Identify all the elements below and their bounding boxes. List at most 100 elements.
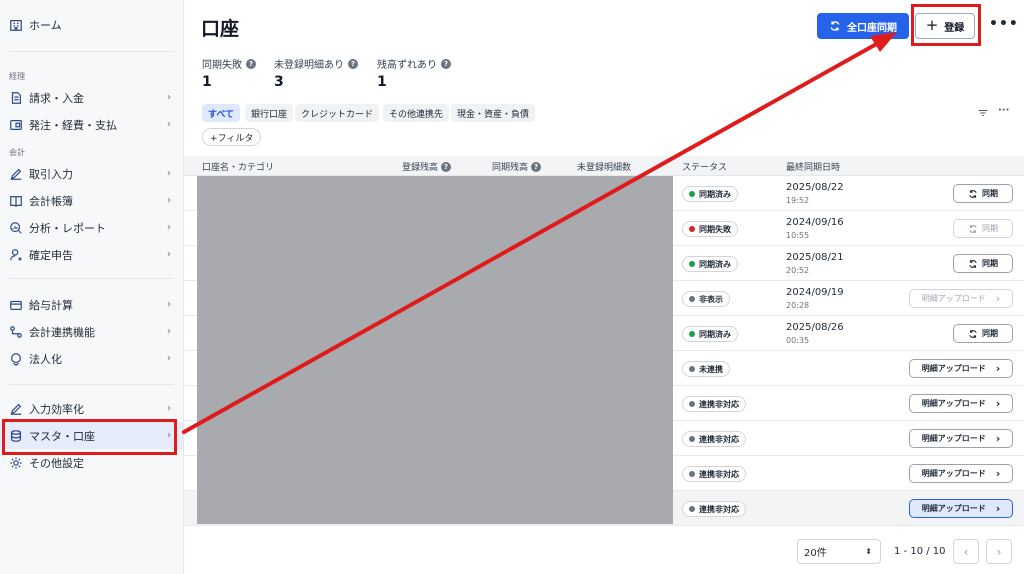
next-page-button[interactable]: › [986, 539, 1012, 564]
filter-chip-other[interactable]: その他連携先 [383, 104, 450, 122]
sidebar-item-label: 取引入力 [29, 167, 73, 181]
sidebar-item-tax-return[interactable]: 確定申告 › [0, 241, 183, 268]
upload-statement-button[interactable]: 明細アップロード › [909, 359, 1013, 378]
filter-chip-cash-assets[interactable]: 現金・資産・負債 [451, 104, 536, 122]
action-label: 同期 [982, 329, 998, 338]
chevron-right-icon: › [167, 353, 171, 364]
status-badge: 同期済み [682, 326, 738, 342]
upload-statement-button[interactable]: 明細アップロード › [909, 464, 1013, 483]
status-badge: 連携非対応 [682, 431, 746, 447]
more-menu-button[interactable]: ••• [989, 16, 1019, 32]
help-icon[interactable]: ? [531, 161, 542, 172]
wallet-icon [9, 118, 23, 132]
divider [9, 278, 174, 279]
status-badge: 連携非対応 [682, 466, 746, 482]
chevron-right-icon: › [995, 397, 1001, 410]
help-icon[interactable]: ? [348, 58, 358, 69]
stat-balance-mismatch: 残高ずれあり? 1 [377, 56, 451, 90]
status-label: 同期済み [699, 189, 731, 199]
stat-label: 未登録明細あり [274, 60, 344, 71]
sidebar-item-ledger[interactable]: 会計帳簿 › [0, 187, 183, 214]
gear-icon [9, 456, 23, 470]
sidebar-item-accounting-integration[interactable]: 会計連携機能 › [0, 318, 183, 345]
page-size-select[interactable]: 20件 ⬍ [797, 539, 881, 564]
status-label: 連携非対応 [699, 399, 739, 409]
status-badge: 同期済み [682, 256, 738, 272]
link-icon [9, 325, 23, 339]
last-sync-time: 00:35 [786, 336, 810, 345]
column-label: 同期残高 [492, 163, 529, 173]
sidebar-item-home[interactable]: ホーム [0, 11, 183, 38]
chevron-right-icon: › [995, 292, 1001, 305]
upload-statement-button[interactable]: 明細アップロード › [909, 394, 1013, 413]
last-sync-date: 2025/08/21 [786, 252, 844, 263]
sidebar-item-invoice[interactable]: 請求・入金 › [0, 84, 183, 111]
sidebar-item-analysis-report[interactable]: 分析・レポート › [0, 214, 183, 241]
sync-icon [968, 189, 978, 199]
stat-label: 同期失敗 [202, 60, 242, 71]
redacted-area [197, 176, 673, 524]
help-icon[interactable]: ? [441, 58, 451, 69]
sidebar-item-label: その他設定 [29, 456, 84, 470]
chevron-right-icon: › [167, 249, 171, 260]
chevron-right-icon: › [995, 467, 1001, 480]
add-filter-button[interactable]: +フィルタ [202, 128, 262, 146]
chevron-right-icon: › [167, 168, 171, 179]
sidebar-item-payroll[interactable]: 給与計算 › [0, 291, 183, 318]
stat-value: 3 [274, 74, 284, 90]
action-label: 明細アップロード [921, 469, 986, 478]
page-size-value: 20件 [804, 548, 827, 559]
column-header: 未登録明細数 [577, 160, 631, 173]
filter-icon[interactable] [978, 108, 988, 121]
status-label: 未連携 [699, 364, 723, 374]
building-icon [9, 18, 23, 32]
action-label: 明細アップロード [921, 364, 986, 373]
select-arrows-icon: ⬍ [865, 547, 872, 556]
sync-button[interactable]: 同期 [953, 324, 1013, 343]
column-header: 最終同期日時 [786, 160, 840, 173]
last-sync-time: 10:55 [786, 231, 810, 240]
status-dot-icon [689, 366, 695, 372]
card-icon [9, 298, 23, 312]
sidebar-item-order-expense[interactable]: 発注・経費・支払 › [0, 111, 183, 138]
sidebar-item-incorporation[interactable]: 法人化 › [0, 345, 183, 372]
stat-sync-failed: 同期失敗? 1 [202, 56, 256, 90]
help-icon[interactable]: ? [246, 58, 256, 69]
page-range: 1 - 10 / 10 [894, 546, 946, 557]
sync-all-button[interactable]: 全口座同期 [817, 13, 909, 39]
status-badge: 未連携 [682, 361, 730, 377]
sidebar: ホーム 経理 請求・入金 › 発注・経費・支払 › 会計 取引入力 › 会計帳簿… [0, 0, 184, 574]
status-dot-icon [689, 226, 695, 232]
sync-button[interactable]: 同期 [953, 184, 1013, 203]
column-label: 口座名・カテゴリ [202, 163, 275, 173]
column-header: 同期残高? [492, 160, 542, 173]
upload-statement-button[interactable]: 明細アップロード › [909, 429, 1013, 448]
status-dot-icon [689, 436, 695, 442]
column-header: ステータス [682, 160, 727, 173]
sidebar-item-input-efficiency[interactable]: 入力効率化 › [0, 395, 183, 422]
action-label: 同期 [982, 189, 998, 198]
sidebar-item-label: 分析・レポート [29, 221, 106, 235]
upload-statement-button[interactable]: 明細アップロード › [909, 499, 1013, 518]
status-label: 同期済み [699, 329, 731, 339]
sync-icon [968, 259, 978, 269]
action-label: 明細アップロード [921, 434, 986, 443]
sync-button[interactable]: 同期 [953, 219, 1013, 238]
upload-statement-button[interactable]: 明細アップロード › [909, 289, 1013, 308]
action-label: 明細アップロード [921, 399, 986, 408]
status-badge: 連携非対応 [682, 501, 746, 517]
filter-chip-credit-card[interactable]: クレジットカード [295, 104, 380, 122]
status-dot-icon [689, 506, 695, 512]
help-icon[interactable]: ? [441, 161, 452, 172]
status-label: 連携非対応 [699, 504, 739, 514]
prev-page-button[interactable]: ‹ [953, 539, 979, 564]
sync-button[interactable]: 同期 [953, 254, 1013, 273]
filter-chip-bank[interactable]: 銀行口座 [245, 104, 294, 122]
table-more-icon[interactable]: ··· [998, 105, 1009, 116]
column-label: 最終同期日時 [786, 163, 841, 173]
filter-chip-all[interactable]: すべて [202, 104, 241, 122]
sidebar-item-transaction-entry[interactable]: 取引入力 › [0, 160, 183, 187]
status-dot-icon [689, 331, 695, 337]
sidebar-item-label: 請求・入金 [29, 91, 84, 105]
chevron-right-icon: › [167, 92, 171, 103]
